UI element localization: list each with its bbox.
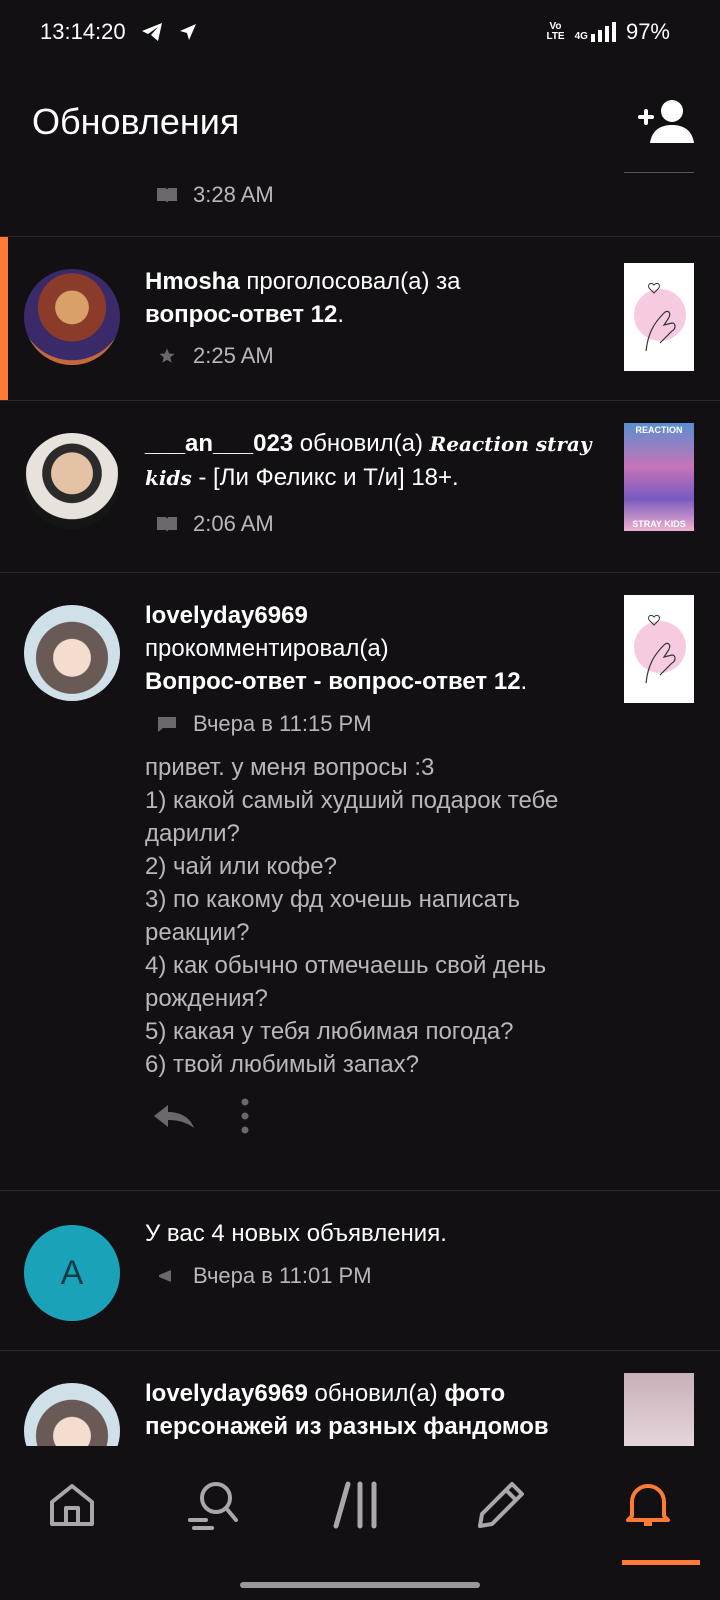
heart-hand-icon bbox=[634, 614, 686, 684]
megaphone-icon bbox=[159, 1270, 171, 1282]
notification-text: У вас 4 новых объявления. bbox=[145, 1220, 447, 1247]
battery-level: 97% bbox=[625, 19, 670, 44]
telegram-icon bbox=[141, 23, 162, 41]
punctuation: . bbox=[520, 668, 528, 695]
comment-icon bbox=[158, 717, 176, 732]
story-link-suffix[interactable]: - [Ли Феликс и Т/и] 18+ bbox=[192, 464, 452, 491]
notification-item[interactable]: lovelyday6969 прокомментировал(а) Вопрос-о… bbox=[0, 572, 720, 1172]
add-friend-icon[interactable] bbox=[636, 97, 696, 147]
punctuation: . bbox=[337, 301, 345, 328]
action-text: обновил(а) bbox=[307, 1380, 445, 1407]
username-link[interactable]: ___an___023 bbox=[145, 430, 293, 457]
comment-text: привет. у меня вопросы :3 1) какой самый… bbox=[145, 754, 559, 1078]
app-header: Обновления bbox=[0, 64, 720, 180]
search-icon[interactable] bbox=[186, 1476, 242, 1532]
notification-item[interactable]: Hmosha проголосовал(а) за вопрос-ответ 1… bbox=[0, 236, 720, 400]
thumbnail-caption-bottom: STRAY KIDS bbox=[632, 519, 686, 529]
notification-text: ___an___023 обновил(а) Reaction stray ki… bbox=[145, 427, 605, 495]
clock: 13:14:20 bbox=[40, 19, 126, 44]
write-icon[interactable] bbox=[474, 1476, 530, 1532]
notification-text: Hmosha проголосовал(а) за вопрос-ответ 1… bbox=[145, 265, 605, 331]
home-icon[interactable] bbox=[44, 1476, 100, 1532]
avatar[interactable] bbox=[24, 1383, 120, 1446]
username-link[interactable]: Hmosha bbox=[145, 268, 240, 295]
notification-item[interactable]: A У вас 4 новых объявления. Вчера в 11:0… bbox=[0, 1190, 720, 1350]
story-thumbnail bbox=[624, 168, 694, 173]
avatar[interactable] bbox=[24, 433, 120, 529]
notification-meta: 3:28 AM bbox=[155, 182, 274, 208]
story-thumbnail[interactable] bbox=[624, 595, 694, 703]
action-text: прокомментировал(а) bbox=[145, 635, 389, 662]
action-text: обновил(а) bbox=[293, 430, 430, 457]
notification-meta: 2:06 AM bbox=[155, 511, 274, 537]
notification-item[interactable]: lovelyday6969 обновил(а) фото персонажей… bbox=[0, 1350, 720, 1446]
reply-icon[interactable] bbox=[150, 1101, 198, 1131]
notification-text: lovelyday6969 обновил(а) фото персонажей… bbox=[145, 1377, 605, 1443]
avatar[interactable] bbox=[24, 269, 120, 365]
notification-item[interactable]: 3:28 AM bbox=[0, 168, 720, 236]
notifications-feed[interactable]: 3:28 AM Hmosha проголосовал(а) за вопрос… bbox=[0, 168, 720, 1446]
star-icon bbox=[159, 348, 175, 363]
notification-text: lovelyday6969 прокомментировал(а) Вопрос-о… bbox=[145, 599, 605, 698]
bell-icon[interactable] bbox=[620, 1476, 676, 1532]
library-icon[interactable] bbox=[330, 1476, 386, 1532]
more-options-icon[interactable] bbox=[238, 1097, 252, 1135]
avatar[interactable] bbox=[24, 605, 120, 701]
story-thumbnail[interactable]: REACTION STRAY KIDS bbox=[624, 423, 694, 531]
signal-icon: 4G bbox=[575, 22, 616, 42]
active-tab-indicator bbox=[622, 1560, 700, 1565]
page-title: Обновления bbox=[32, 101, 240, 142]
notification-meta: Вчера в 11:01 PM bbox=[155, 1263, 372, 1289]
story-thumbnail[interactable] bbox=[624, 263, 694, 371]
story-link[interactable]: вопрос-ответ 12 bbox=[145, 301, 337, 328]
notification-meta: Вчера в 11:15 PM bbox=[155, 711, 372, 737]
heart-hand-icon bbox=[634, 282, 686, 352]
bottom-tab-bar bbox=[0, 1446, 720, 1600]
status-bar: 13:14:20 Vo LTE 4G 97% bbox=[0, 0, 720, 64]
system-home-indicator[interactable] bbox=[240, 1582, 480, 1588]
action-text: проголосовал(а) за bbox=[239, 268, 461, 295]
notification-item[interactable]: ___an___023 обновил(а) Reaction stray ki… bbox=[0, 400, 720, 572]
username-link[interactable]: lovelyday6969 bbox=[145, 602, 308, 629]
notification-meta: 2:25 AM bbox=[155, 343, 274, 369]
book-icon bbox=[157, 517, 177, 532]
punctuation: . bbox=[452, 464, 459, 491]
username-link[interactable]: lovelyday6969 bbox=[145, 1380, 308, 1407]
announcement-avatar: A bbox=[24, 1225, 120, 1321]
volte-icon: Vo LTE bbox=[546, 21, 565, 42]
story-link[interactable]: Вопрос-ответ - вопрос-ответ 12 bbox=[145, 668, 521, 695]
location-arrow-icon bbox=[179, 24, 196, 40]
thumbnail-caption-top: REACTION bbox=[635, 425, 683, 435]
book-icon bbox=[157, 188, 177, 203]
story-thumbnail[interactable] bbox=[624, 1373, 694, 1446]
